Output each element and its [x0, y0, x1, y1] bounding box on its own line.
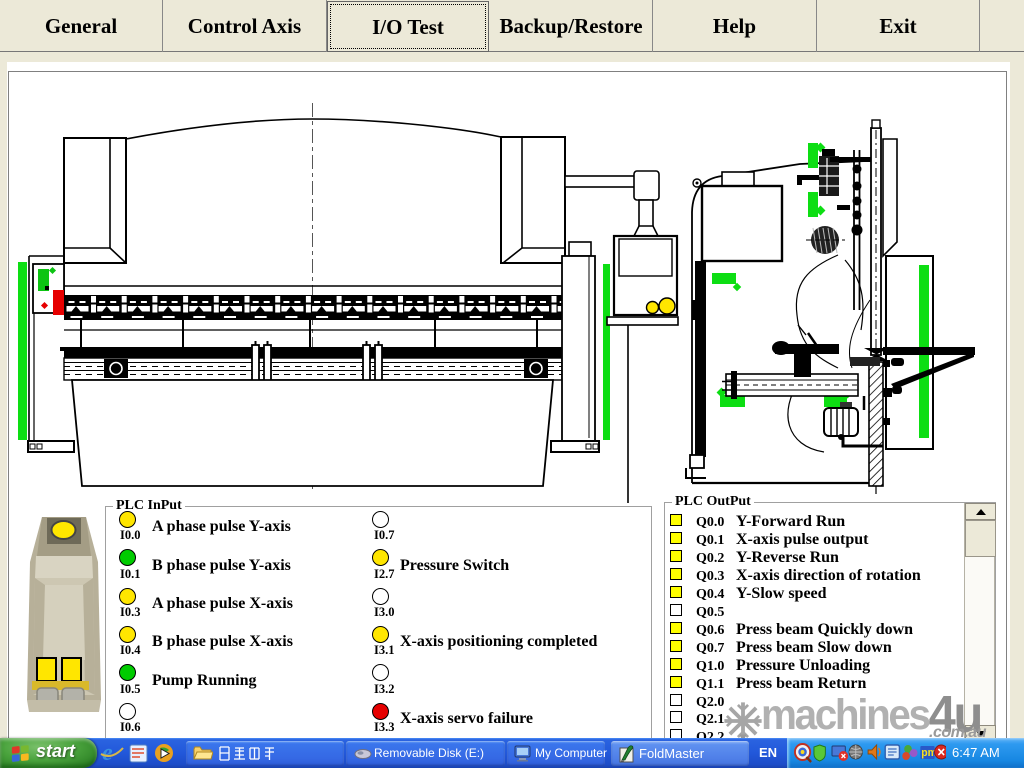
svg-text:e: e [102, 741, 113, 766]
